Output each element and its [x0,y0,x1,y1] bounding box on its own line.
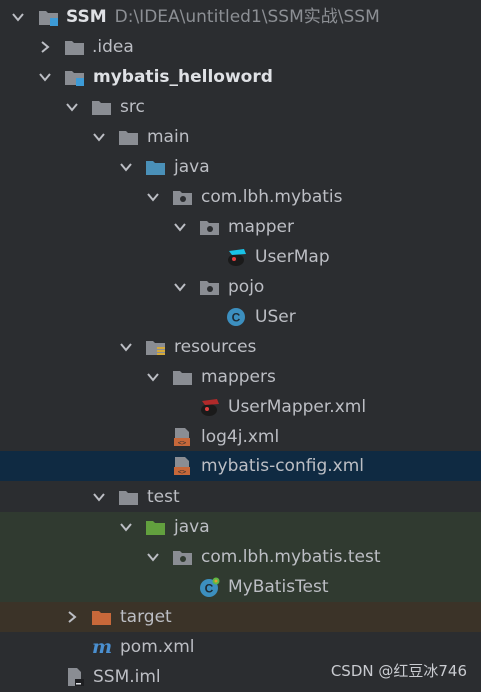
xml-file-icon: <> [172,427,192,447]
source-folder-icon [145,157,165,177]
tree-item-label: com.lbh.mybatis.test [201,547,381,567]
svg-text:m: m [92,637,112,657]
tree-item-label: UserMapper.xml [228,397,367,417]
tree-item-label: SSM.iml [93,667,161,687]
tree-item-label: com.lbh.mybatis [201,187,343,207]
tree-item-ssm[interactable]: SSM D:\IDEA\untitled1\SSM实战\SSM [0,2,481,32]
tree-item-main[interactable]: main [0,122,481,152]
chevron-down-icon[interactable] [171,272,189,302]
tree-item-test-package[interactable]: com.lbh.mybatis.test [0,542,481,572]
tree-item-src[interactable]: src [0,92,481,122]
iml-file-icon [64,667,84,687]
tree-item-label: pom.xml [120,637,195,657]
folder-icon [172,367,192,387]
excluded-folder-icon [91,607,111,627]
package-icon [199,217,219,237]
tree-item-mappers[interactable]: mappers [0,362,481,392]
tree-item-label: src [120,97,145,117]
chevron-down-icon[interactable] [90,482,108,512]
tree-item-label: USer [255,307,296,327]
mybatis-xml-icon [199,397,219,417]
chevron-down-icon[interactable] [144,182,162,212]
folder-icon [64,37,84,57]
tree-item-label: mybatis_helloword [93,67,273,87]
tree-item-test-java[interactable]: java [0,512,481,542]
tree-item-label: main [147,127,190,147]
chevron-down-icon[interactable] [9,2,27,32]
tree-item-label: mybatis-config.xml [201,456,364,476]
tree-item-label: target [120,607,172,627]
tree-item-label: SSM D:\IDEA\untitled1\SSM实战\SSM [66,7,380,27]
chevron-down-icon[interactable] [117,512,135,542]
tree-item-label: test [147,487,180,507]
chevron-down-icon[interactable] [90,122,108,152]
tree-item-module[interactable]: mybatis_helloword [0,62,481,92]
tree-item-label: java [174,157,210,177]
chevron-down-icon[interactable] [63,92,81,122]
tree-item-label: pojo [228,277,265,297]
tree-item-mybatis-config[interactable]: <> mybatis-config.xml [0,451,481,481]
svg-text:C: C [205,582,214,596]
tree-item-java[interactable]: java [0,152,481,182]
module-folder-icon [64,67,84,87]
tree-item-label: .idea [92,37,134,57]
folder-icon [118,487,138,507]
class-icon: C [226,307,246,327]
project-tree: SSM D:\IDEA\untitled1\SSM实战\SSM .idea myb… [0,0,481,689]
chevron-down-icon[interactable] [36,62,54,92]
chevron-down-icon[interactable] [144,362,162,392]
folder-icon [118,127,138,147]
package-icon [199,277,219,297]
tree-item-label: log4j.xml [201,427,280,447]
chevron-down-icon[interactable] [144,542,162,572]
svg-text:C: C [232,311,241,325]
tree-item-label: resources [174,337,257,357]
tree-item-target[interactable]: target [0,602,481,632]
tree-item-mybatistest[interactable]: C MyBatisTest [0,572,481,602]
chevron-down-icon[interactable] [171,212,189,242]
tree-item-label: java [174,517,210,537]
chevron-right-icon[interactable] [36,32,54,62]
module-folder-icon [38,7,58,27]
tree-item-label: UserMap [255,247,330,267]
tree-item-pom[interactable]: m pom.xml [0,632,481,662]
tree-item-test[interactable]: test [0,482,481,512]
tree-item-package[interactable]: com.lbh.mybatis [0,182,481,212]
tree-item-log4j[interactable]: <> log4j.xml [0,422,481,452]
package-icon [172,547,192,567]
test-class-icon: C [199,577,220,597]
tree-item-label: MyBatisTest [228,577,329,597]
svg-text:<>: <> [178,439,186,447]
folder-icon [91,97,111,117]
test-source-folder-icon [145,517,165,537]
mybatis-interface-icon [226,247,246,267]
resources-folder-icon [145,337,165,357]
chevron-right-icon[interactable] [63,602,81,632]
svg-text:<>: <> [178,468,186,476]
package-icon [172,187,192,207]
tree-item-resources[interactable]: resources [0,332,481,362]
tree-item-usermapper-xml[interactable]: UserMapper.xml [0,392,481,422]
tree-item-mapper[interactable]: mapper [0,212,481,242]
tree-item-idea[interactable]: .idea [0,32,481,62]
watermark: CSDN @红豆冰746 [330,662,467,680]
maven-icon: m [91,636,112,658]
tree-item-label: mapper [228,217,295,237]
root-path: D:\IDEA\untitled1\SSM实战\SSM [114,7,380,27]
tree-item-user[interactable]: C USer [0,302,481,332]
tree-item-label: mappers [201,367,276,387]
xml-file-icon: <> [172,456,192,476]
chevron-down-icon[interactable] [117,332,135,362]
tree-item-pojo[interactable]: pojo [0,272,481,302]
tree-item-usermap[interactable]: UserMap [0,242,481,272]
chevron-down-icon[interactable] [117,152,135,182]
